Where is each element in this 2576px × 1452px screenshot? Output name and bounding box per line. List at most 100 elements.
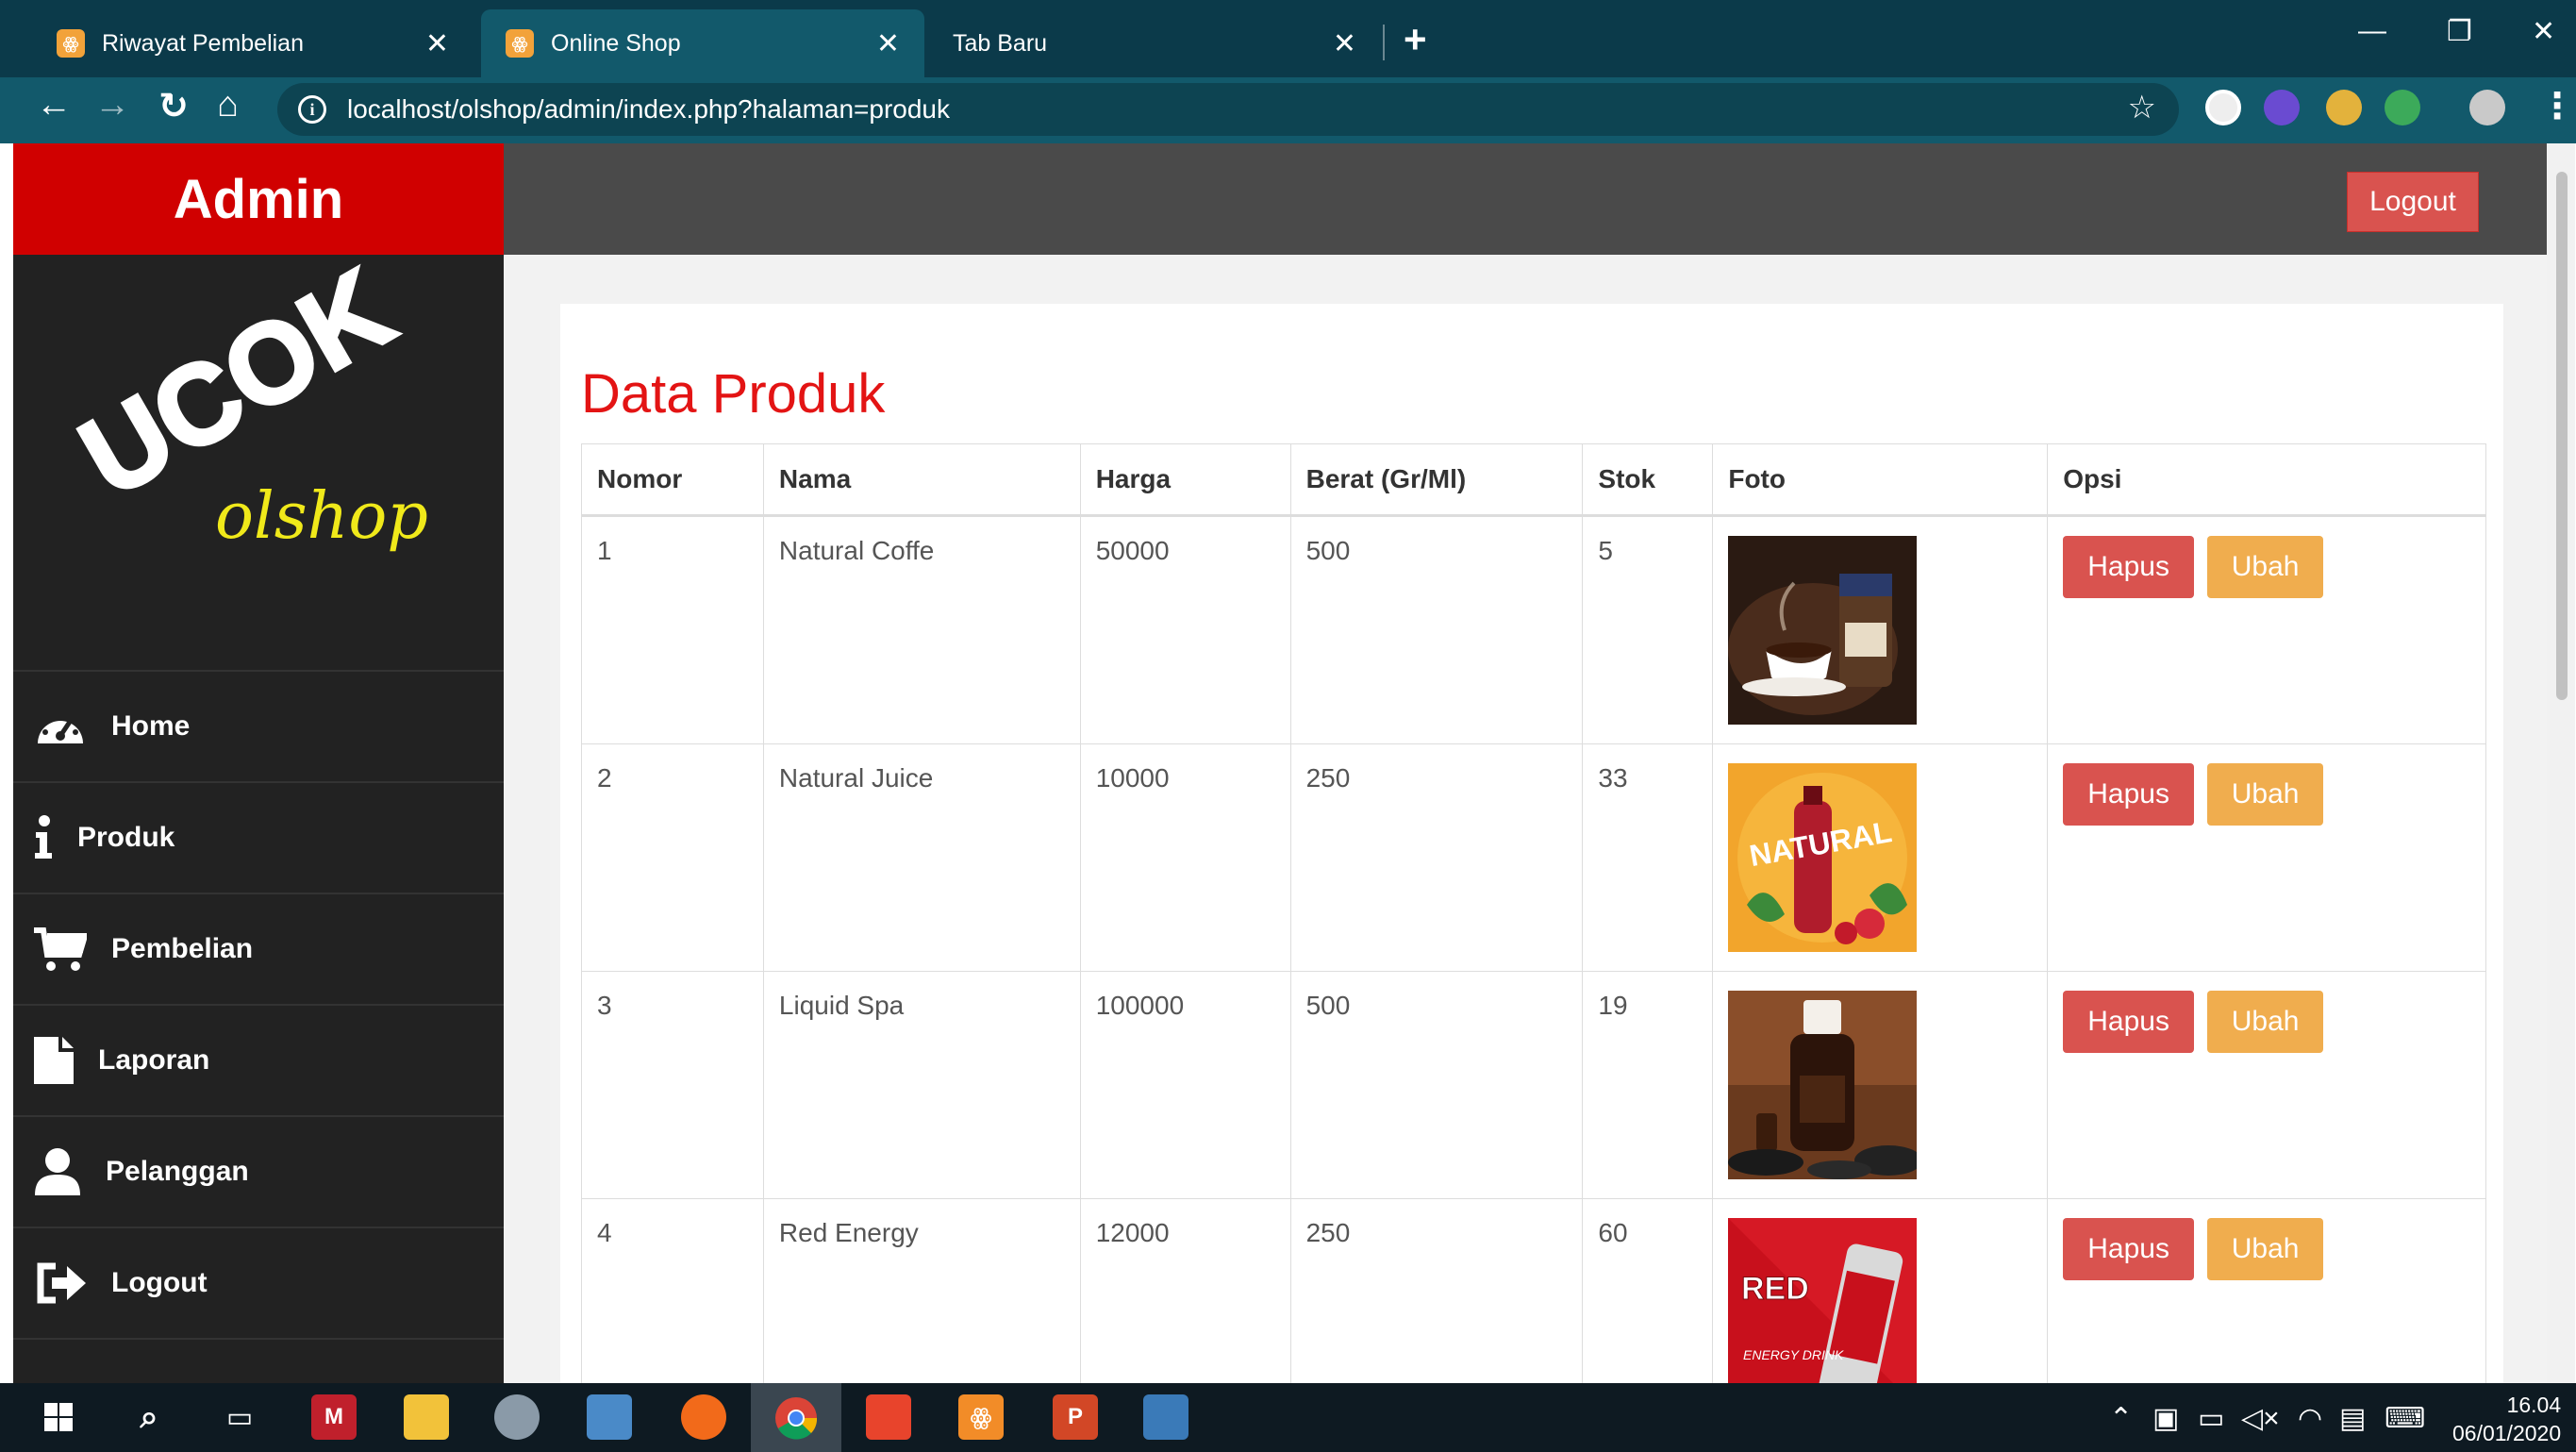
address-bar[interactable]: i localhost/olshop/admin/index.php?halam… bbox=[277, 83, 2179, 136]
new-tab-button[interactable]: + bbox=[1404, 17, 1427, 62]
sidebar-item-label: Pembelian bbox=[111, 933, 254, 964]
user-icon bbox=[32, 1143, 83, 1200]
menu-dots-icon[interactable]: ⋮ bbox=[2539, 85, 2575, 127]
ubah-button[interactable]: Ubah bbox=[2206, 763, 2324, 826]
chrome-icon bbox=[775, 1396, 818, 1440]
hapus-button[interactable]: Hapus bbox=[2063, 1218, 2194, 1280]
browser-tab-bar: ꙮ Riwayat Pembelian ✕ ꙮ Online Shop ✕ Ta… bbox=[0, 0, 2576, 77]
sidebar-item-logout[interactable]: Logout bbox=[13, 1227, 504, 1338]
sidebar-item-home[interactable]: Home bbox=[13, 670, 504, 781]
system-clock[interactable]: 16.04 06/01/2020 bbox=[2452, 1391, 2561, 1447]
url-text[interactable]: localhost/olshop/admin/index.php?halaman… bbox=[347, 94, 950, 125]
info-icon[interactable]: i bbox=[298, 95, 326, 124]
xampp-icon[interactable]: ꙮ bbox=[958, 1394, 1004, 1440]
reload-icon[interactable]: ↻ bbox=[158, 85, 189, 127]
sidebar-item-label: Logout bbox=[111, 1267, 208, 1298]
windows-start-icon[interactable] bbox=[36, 1394, 81, 1440]
task-view-icon[interactable]: ▭ bbox=[217, 1394, 262, 1440]
ubah-button[interactable]: Ubah bbox=[2206, 991, 2324, 1053]
sidebar: Admin UCOK olshop Home Produk Pembelian … bbox=[13, 143, 504, 1383]
spa-oil-photo bbox=[1728, 991, 1918, 1179]
extension-green-icon[interactable] bbox=[2385, 90, 2420, 125]
tray-up-arrow-icon[interactable]: ⌃ bbox=[2109, 1402, 2133, 1435]
table-row: 3 Liquid Spa 100000 500 19 Hapus Ubah bbox=[581, 971, 2486, 1199]
forward-arrow-icon[interactable]: → bbox=[94, 85, 130, 125]
photos-icon[interactable] bbox=[1143, 1394, 1188, 1440]
window-close-icon[interactable]: ✕ bbox=[2532, 15, 2555, 48]
page-title: Data Produk bbox=[581, 363, 886, 425]
cell-opsi: Hapus Ubah bbox=[2047, 743, 2486, 972]
extension-owl-icon[interactable] bbox=[2326, 90, 2362, 125]
notes-app-icon[interactable] bbox=[587, 1394, 632, 1440]
cell-berat: 500 bbox=[1289, 971, 1584, 1199]
cell-nama: Red Energy bbox=[762, 1198, 1081, 1383]
extension-speed-icon[interactable] bbox=[2205, 90, 2241, 125]
file-icon bbox=[32, 1032, 75, 1089]
extension-purple-icon[interactable] bbox=[2264, 90, 2300, 125]
sidebar-item-produk[interactable]: Produk bbox=[13, 781, 504, 893]
scrollbar-thumb[interactable] bbox=[2556, 172, 2568, 700]
cell-opsi: Hapus Ubah bbox=[2047, 1198, 2486, 1383]
logout-button[interactable]: Logout bbox=[2347, 172, 2479, 232]
file-explorer-icon[interactable] bbox=[404, 1394, 449, 1440]
tray-pdf-icon[interactable]: ▣ bbox=[2152, 1402, 2179, 1435]
ubah-button[interactable]: Ubah bbox=[2206, 536, 2324, 598]
cell-harga: 12000 bbox=[1079, 1198, 1291, 1383]
search-icon[interactable]: ⌕ bbox=[126, 1394, 172, 1440]
snipping-tool-icon[interactable] bbox=[494, 1394, 540, 1440]
cell-foto bbox=[1712, 515, 2049, 744]
clock-time: 16.04 bbox=[2506, 1393, 2562, 1417]
cell-berat: 500 bbox=[1289, 515, 1584, 744]
sidebar-item-label: Pelanggan bbox=[106, 1156, 249, 1187]
page-scrollbar[interactable] bbox=[2547, 143, 2575, 1383]
cell-berat: 250 bbox=[1289, 1198, 1584, 1383]
close-icon[interactable]: ✕ bbox=[1333, 27, 1356, 60]
table-row: 2 Natural Juice 10000 250 33 NATURAL Hap… bbox=[581, 743, 2486, 972]
sidebar-item-label: Laporan bbox=[98, 1044, 210, 1076]
hapus-button[interactable]: Hapus bbox=[2063, 536, 2194, 598]
keyboard-icon[interactable]: ⌨ bbox=[2385, 1402, 2425, 1435]
hapus-button[interactable]: Hapus bbox=[2063, 991, 2194, 1053]
coffee-photo bbox=[1728, 536, 1918, 725]
energy-photo-brand: RED bbox=[1741, 1271, 1809, 1307]
dashboard-icon bbox=[32, 698, 89, 755]
powerpoint-icon[interactable]: P bbox=[1053, 1394, 1098, 1440]
firefox-icon[interactable] bbox=[681, 1394, 726, 1440]
column-header-harga: Harga bbox=[1079, 443, 1291, 517]
volume-muted-icon[interactable]: ◁× bbox=[2241, 1402, 2280, 1435]
home-icon[interactable]: ⌂ bbox=[217, 85, 239, 125]
bookmark-star-icon[interactable]: ☆ bbox=[2128, 89, 2156, 126]
tab-online-shop[interactable]: ꙮ Online Shop ✕ bbox=[481, 9, 924, 77]
info-icon bbox=[32, 809, 55, 866]
restore-icon[interactable]: ❐ bbox=[2447, 15, 2472, 48]
wifi-icon[interactable]: ◠ bbox=[2298, 1402, 2322, 1435]
table-row: 4 Red Energy 12000 250 60 RED ENERGY DRI… bbox=[581, 1198, 2486, 1383]
xampp-favicon-icon: ꙮ bbox=[506, 29, 534, 58]
sidebar-item-laporan[interactable]: Laporan bbox=[13, 1004, 504, 1115]
cell-nama: Natural Juice bbox=[762, 743, 1081, 972]
tab-riwayat-pembelian[interactable]: ꙮ Riwayat Pembelian ✕ bbox=[32, 9, 474, 77]
battery-icon[interactable]: ▭ bbox=[2198, 1402, 2224, 1435]
notification-icon[interactable]: ▤ bbox=[2339, 1402, 2366, 1435]
table-row: 1 Natural Coffe 50000 500 5 Hapus Ubah bbox=[581, 515, 2486, 744]
back-arrow-icon[interactable]: ← bbox=[36, 85, 72, 125]
sidebar-item-pelanggan[interactable]: Pelanggan bbox=[13, 1115, 504, 1227]
close-icon[interactable]: ✕ bbox=[876, 27, 900, 60]
profile-avatar-icon[interactable] bbox=[2469, 90, 2505, 125]
sidebar-item-pembelian[interactable]: Pembelian bbox=[13, 893, 504, 1004]
ubah-button[interactable]: Ubah bbox=[2206, 1218, 2324, 1280]
table-header-row: Nomor Nama Harga Berat (Gr/Ml) Stok Foto… bbox=[581, 443, 2486, 517]
cell-stok: 33 bbox=[1582, 743, 1714, 972]
cell-berat: 250 bbox=[1289, 743, 1584, 972]
hapus-button[interactable]: Hapus bbox=[2063, 763, 2194, 826]
clock-date: 06/01/2020 bbox=[2452, 1421, 2562, 1445]
sidebar-item-label: Produk bbox=[77, 822, 175, 853]
brand-title[interactable]: Admin bbox=[13, 143, 504, 255]
screen-recorder-icon[interactable] bbox=[866, 1394, 911, 1440]
minimize-icon[interactable]: — bbox=[2358, 15, 2386, 47]
logo-bottom-text: olshop bbox=[215, 479, 428, 554]
close-icon[interactable]: ✕ bbox=[425, 27, 449, 60]
tab-tab-baru[interactable]: Tab Baru ✕ bbox=[928, 9, 1381, 77]
app-red-icon[interactable]: M bbox=[311, 1394, 357, 1440]
chrome-taskbar-button[interactable] bbox=[751, 1383, 841, 1452]
